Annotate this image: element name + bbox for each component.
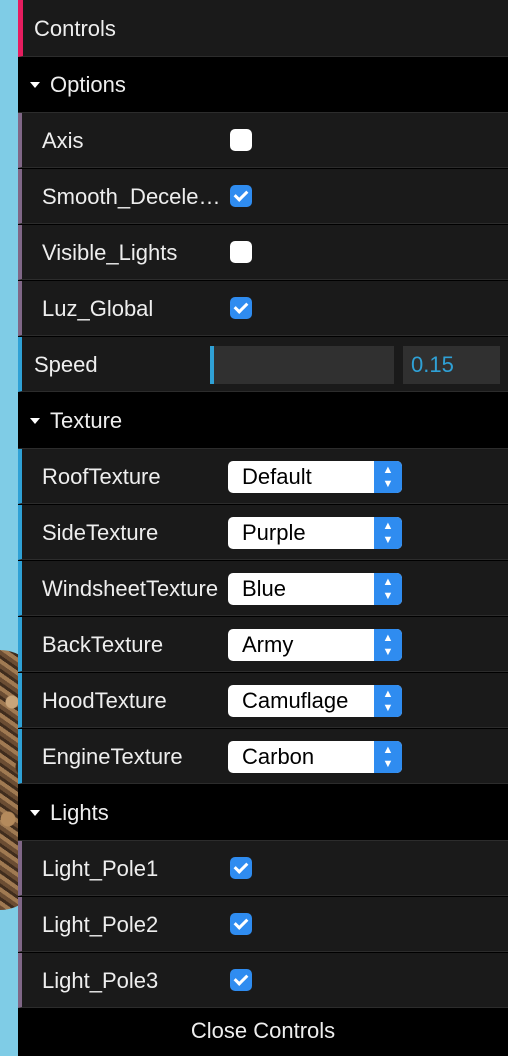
back-texture-value: Army [242, 632, 294, 657]
engine-texture-select[interactable]: Carbon ▲ ▼ [228, 741, 402, 773]
speed-row: Speed 0.15 [18, 337, 508, 392]
roof-texture-select[interactable]: Default ▲ ▼ [228, 461, 402, 493]
axis-checkbox[interactable] [230, 129, 252, 151]
updown-chevron-icon: ▲ ▼ [374, 629, 402, 661]
hood-texture-row: HoodTexture Camuflage ▲ ▼ [18, 673, 508, 728]
side-texture-select[interactable]: Purple ▲ ▼ [228, 517, 402, 549]
light-pole1-checkbox[interactable] [230, 857, 252, 879]
folder-lights[interactable]: Lights [18, 785, 508, 841]
option-axis-label: Axis [42, 128, 84, 153]
triangle-down-icon [30, 82, 40, 88]
triangle-down-icon [30, 418, 40, 424]
side-texture-row: SideTexture Purple ▲ ▼ [18, 505, 508, 560]
light-pole3-checkbox[interactable] [230, 969, 252, 991]
engine-texture-row: EngineTexture Carbon ▲ ▼ [18, 729, 508, 784]
roof-texture-label: RoofTexture [42, 464, 161, 489]
side-texture-value: Purple [242, 520, 306, 545]
updown-chevron-icon: ▲ ▼ [374, 461, 402, 493]
hood-texture-select[interactable]: Camuflage ▲ ▼ [228, 685, 402, 717]
panel-title: Controls [34, 16, 116, 41]
speed-input[interactable]: 0.15 [403, 346, 500, 384]
updown-chevron-icon: ▲ ▼ [374, 741, 402, 773]
folder-lights-label: Lights [50, 800, 109, 825]
luz-global-checkbox[interactable] [230, 297, 252, 319]
light-pole2-label: Light_Pole2 [42, 912, 159, 937]
hood-texture-label: HoodTexture [42, 688, 167, 713]
option-axis: Axis [18, 113, 508, 168]
speed-slider[interactable] [210, 346, 394, 384]
light-pole1-row: Light_Pole1 [18, 841, 508, 896]
light-pole3-row: Light_Pole3 [18, 953, 508, 1008]
option-visible-lights: Visible_Lights [18, 225, 508, 280]
light-pole3-label: Light_Pole3 [42, 968, 159, 993]
option-luz-global: Luz_Global [18, 281, 508, 336]
folder-texture[interactable]: Texture [18, 393, 508, 449]
windsheet-texture-label: WindsheetTexture [42, 576, 219, 601]
light-pole2-checkbox[interactable] [230, 913, 252, 935]
windsheet-texture-select[interactable]: Blue ▲ ▼ [228, 573, 402, 605]
engine-texture-label: EngineTexture [42, 744, 183, 769]
panel-title-row: Controls [18, 0, 508, 57]
back-texture-row: BackTexture Army ▲ ▼ [18, 617, 508, 672]
folder-options-label: Options [50, 72, 126, 97]
side-texture-label: SideTexture [42, 520, 159, 545]
roof-texture-row: RoofTexture Default ▲ ▼ [18, 449, 508, 504]
option-smooth-deceleration: Smooth_Deceleration [18, 169, 508, 224]
light-pole1-label: Light_Pole1 [42, 856, 159, 881]
engine-texture-value: Carbon [242, 744, 315, 769]
smooth-deceleration-checkbox[interactable] [230, 185, 252, 207]
controls-panel: Controls Options Axis Smooth_Deceleratio… [18, 0, 508, 1056]
windsheet-texture-value: Blue [242, 576, 287, 601]
folder-texture-label: Texture [50, 408, 123, 433]
folder-options[interactable]: Options [18, 57, 508, 113]
speed-label: Speed [34, 352, 98, 377]
triangle-down-icon [30, 810, 40, 816]
updown-chevron-icon: ▲ ▼ [374, 573, 402, 605]
windsheet-texture-row: WindsheetTexture Blue ▲ ▼ [18, 561, 508, 616]
hood-texture-value: Camuflage [242, 688, 349, 713]
back-texture-label: BackTexture [42, 632, 164, 657]
close-controls-button[interactable]: Close Controls [18, 1012, 508, 1050]
light-pole2-row: Light_Pole2 [18, 897, 508, 952]
updown-chevron-icon: ▲ ▼ [374, 685, 402, 717]
option-visible-lights-label: Visible_Lights [42, 240, 178, 265]
updown-chevron-icon: ▲ ▼ [374, 517, 402, 549]
option-luz-global-label: Luz_Global [42, 296, 154, 321]
visible-lights-checkbox[interactable] [230, 241, 252, 263]
option-smooth-deceleration-label: Smooth_Deceleration [42, 184, 222, 209]
roof-texture-value: Default [242, 464, 312, 489]
back-texture-select[interactable]: Army ▲ ▼ [228, 629, 402, 661]
